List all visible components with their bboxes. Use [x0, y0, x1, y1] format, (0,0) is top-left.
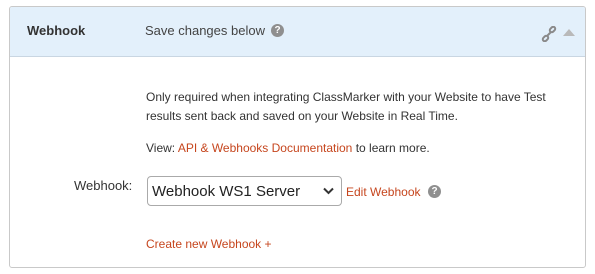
webhook-select[interactable]: Webhook WS1 Server [147, 176, 342, 206]
view-suffix: to learn more. [352, 141, 430, 155]
webhook-description: Only required when integrating ClassMark… [146, 90, 546, 123]
view-prefix: View: [146, 141, 178, 155]
panel-subtitle: Save changes below [145, 23, 265, 38]
webhook-label: Webhook: [74, 178, 133, 193]
webhook-panel: Webhook Save changes below ? Only requir… [9, 6, 586, 268]
panel-header[interactable]: Webhook Save changes below ? [10, 7, 585, 57]
api-docs-link[interactable]: API & Webhooks Documentation [178, 141, 353, 155]
link-icon[interactable] [541, 26, 557, 42]
help-icon[interactable]: ? [271, 24, 284, 37]
chevron-down-icon [323, 187, 334, 195]
edit-webhook-link[interactable]: Edit Webhook [346, 185, 421, 199]
create-webhook-link[interactable]: Create new Webhook + [146, 237, 272, 251]
panel-title: Webhook [27, 23, 86, 38]
documentation-line: View: API & Webhooks Documentation to le… [146, 140, 430, 156]
webhook-select-value: Webhook WS1 Server [152, 183, 301, 200]
help-icon[interactable]: ? [428, 185, 441, 198]
collapse-arrow-icon[interactable] [563, 29, 575, 36]
